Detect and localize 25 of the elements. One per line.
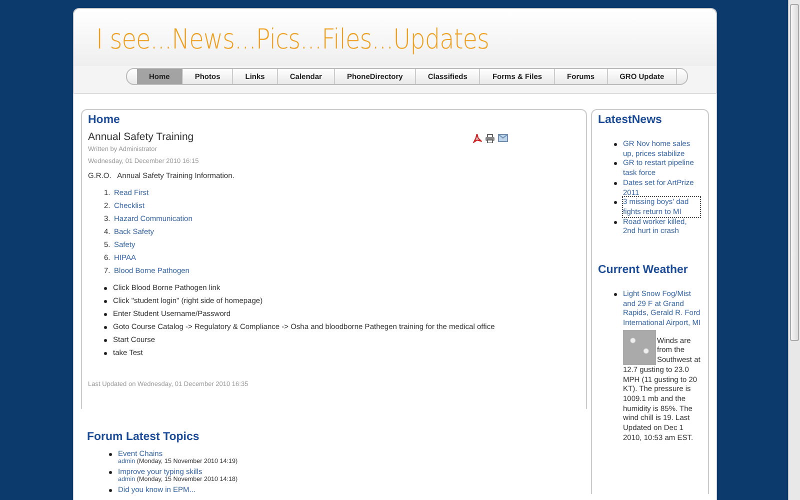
section-heading: LatestNews	[598, 114, 663, 126]
print-icon[interactable]	[485, 134, 495, 143]
section-heading: Forum Latest Topics	[87, 431, 200, 443]
bullet-icon	[104, 326, 107, 329]
bullet-icon	[614, 201, 617, 204]
bullet-icon	[109, 471, 112, 474]
bullet-icon	[614, 143, 617, 146]
bullet-icon	[104, 352, 107, 355]
bullet-icon	[104, 300, 107, 303]
bullet-icon	[614, 220, 617, 224]
bullet-icon	[104, 339, 107, 342]
bullet-icon	[614, 293, 617, 296]
pdf-icon[interactable]	[473, 134, 482, 143]
bullet-icon	[614, 182, 617, 185]
bullet-icon	[109, 453, 112, 456]
scrollbar-thumb[interactable]	[790, 4, 799, 341]
bullet-icon	[104, 287, 107, 290]
weather-photo-placeholder	[623, 330, 656, 365]
bullet-icon	[614, 162, 617, 166]
site-title: I see...News...Pics...Files...Updates	[96, 23, 490, 56]
bullet-icon	[109, 489, 112, 492]
section-heading: Current Weather	[598, 264, 689, 276]
bullet-icon	[104, 313, 107, 316]
section-heading: Home	[88, 114, 121, 126]
article-title: Annual Safety Training	[88, 131, 194, 143]
